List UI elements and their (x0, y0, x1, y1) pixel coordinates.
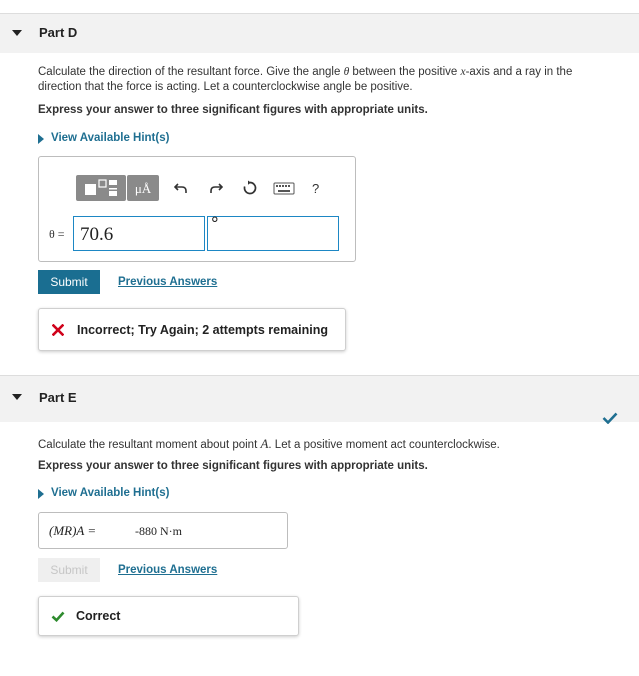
collapse-triangle-icon[interactable] (12, 30, 22, 36)
moment-label: (MR)A = (49, 523, 97, 538)
hint-label: View Available Hint(s) (51, 132, 170, 144)
feedback-message: Correct (76, 609, 121, 623)
part-d-submit-button[interactable]: Submit (38, 270, 100, 294)
part-e-feedback: Correct (38, 596, 299, 636)
part-e-title: Part E (39, 390, 77, 405)
templates-icon (85, 179, 117, 196)
units-icon: μÅ (134, 181, 152, 196)
part-d-question: Calculate the direction of the resultant… (38, 66, 573, 93)
incorrect-x-icon (52, 324, 64, 336)
undo-icon[interactable] (174, 181, 188, 195)
part-d-previous-answers-link[interactable]: Previous Answers (118, 276, 217, 288)
part-e-question: Calculate the resultant moment about poi… (38, 436, 500, 451)
help-icon[interactable]: ? (312, 181, 319, 196)
keyboard-icon[interactable] (273, 182, 295, 196)
expand-triangle-icon (38, 134, 44, 144)
theta-label: θ = (49, 227, 65, 241)
unit-input[interactable]: ° (207, 214, 339, 251)
units-button[interactable]: μÅ (127, 175, 159, 201)
completed-check-icon (602, 412, 618, 424)
part-e-instruction: Express your answer to three significant… (38, 460, 428, 472)
moment-value: -880 N·m (135, 524, 182, 538)
part-d-header[interactable]: Part D (0, 13, 639, 53)
part-d-feedback: Incorrect; Try Again; 2 attempts remaini… (38, 308, 346, 351)
degree-unit: ° (211, 214, 219, 235)
angle-value-input[interactable]: 70.6 (73, 216, 205, 251)
part-d-instruction: Express your answer to three significant… (38, 104, 428, 116)
part-e-answer-panel: (MR)A = -880 N·m (38, 512, 288, 549)
part-e-submit-button: Submit (38, 558, 100, 582)
feedback-message: Incorrect; Try Again; 2 attempts remaini… (77, 323, 328, 337)
collapse-triangle-icon[interactable] (12, 394, 22, 400)
part-d-hint-link[interactable]: View Available Hint(s) (38, 132, 188, 146)
expand-triangle-icon (38, 489, 44, 499)
templates-button[interactable] (76, 175, 126, 201)
part-e-header[interactable]: Part E (0, 375, 639, 422)
part-e-previous-answers-link[interactable]: Previous Answers (118, 564, 217, 576)
correct-check-icon (51, 611, 65, 622)
angle-value: 70.6 (80, 224, 114, 245)
redo-icon[interactable] (209, 181, 223, 195)
part-d-title: Part D (39, 25, 78, 40)
reset-icon[interactable] (242, 180, 258, 196)
part-d-answer-panel: μÅ ? θ = 70.6 ° (38, 156, 356, 262)
part-e-hint-link[interactable]: View Available Hint(s) (38, 487, 188, 501)
hint-label: View Available Hint(s) (51, 487, 170, 499)
